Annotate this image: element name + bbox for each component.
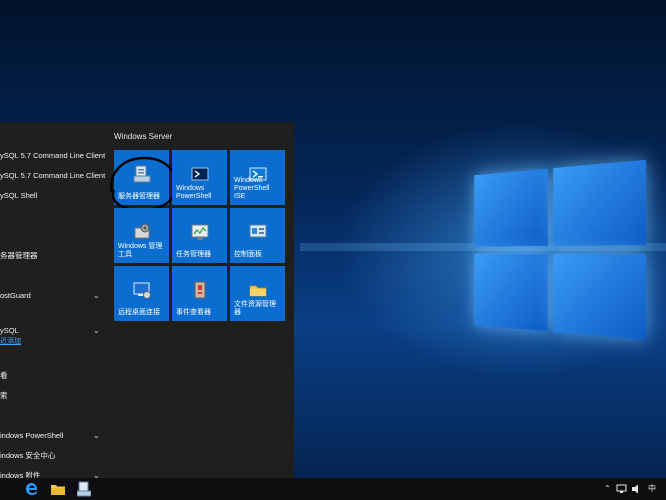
- taskbar-edge-button[interactable]: [18, 478, 46, 500]
- control-panel-icon: [249, 224, 267, 238]
- show-hidden-icons-icon[interactable]: ⌃: [604, 478, 611, 500]
- tile-file-explorer[interactable]: 文件资源管理器: [230, 266, 285, 321]
- file-explorer-icon: [51, 485, 65, 495]
- tile-label: 任务管理器: [176, 251, 211, 258]
- tile-group-title: Windows Server: [114, 132, 173, 141]
- app-list-item-label: indows PowerShell: [0, 431, 64, 440]
- admin-tools-icon: [134, 223, 150, 239]
- event-viewer-icon: [194, 281, 206, 299]
- windows-logo-wallpaper: [474, 159, 652, 347]
- chevron-down-icon: ⌄: [93, 471, 100, 478]
- tile-task-manager[interactable]: 任务管理器: [172, 208, 227, 263]
- app-list-item-label: ySQL 5.7 Command Line Client...: [0, 171, 105, 180]
- logo-pane-bottom-left: [474, 253, 548, 332]
- app-list-item[interactable]: indows PowerShell ⌄: [0, 428, 105, 444]
- remote-desktop-icon: [133, 282, 151, 299]
- tile-label: 控制面板: [234, 251, 262, 258]
- app-list-item-label: indows 附件: [0, 471, 41, 478]
- app-list-item[interactable]: indows 附件 ⌄: [0, 468, 105, 478]
- app-list-item-label: 索: [0, 391, 8, 400]
- chevron-down-icon: ⌄: [93, 431, 100, 440]
- tile-label: 文件资源管理器: [234, 301, 276, 316]
- logo-pane-top-left: [474, 168, 548, 247]
- app-list-item[interactable]: ySQL 5.7 Command Line Client...: [0, 168, 105, 184]
- app-list-item[interactable]: indows 安全中心: [0, 448, 105, 464]
- app-list-item[interactable]: 务器管理器: [0, 248, 105, 264]
- app-list-item[interactable]: ySQL 5.7 Command Line Client: [0, 148, 105, 164]
- app-list-item[interactable]: 索: [0, 388, 105, 404]
- hand-drawn-circle-annotation: [110, 156, 178, 212]
- app-list-item[interactable]: ostGuard ⌄: [0, 288, 105, 304]
- tile-remote-desktop[interactable]: 远程桌面连接: [114, 266, 169, 321]
- input-language-indicator[interactable]: 中: [648, 478, 656, 500]
- app-list-item-label: ySQL 5.7 Command Line Client: [0, 151, 105, 160]
- tile-powershell-ise[interactable]: Windows PowerShell ISE: [230, 150, 285, 205]
- app-list-item[interactable]: 看: [0, 368, 105, 384]
- volume-icon[interactable]: [631, 484, 642, 494]
- powershell-icon: [191, 167, 209, 181]
- logo-pane-top-right: [553, 159, 647, 247]
- tile-label: Windows 管理工具: [118, 243, 163, 258]
- app-list-item-label: 看: [0, 371, 8, 380]
- taskbar-file-explorer-button[interactable]: [44, 478, 72, 500]
- taskbar-server-manager-button[interactable]: [70, 478, 98, 500]
- chevron-down-icon: ⌄: [93, 326, 100, 335]
- app-list-item-label: ostGuard: [0, 291, 31, 300]
- tile-label: 远程桌面连接: [118, 309, 160, 316]
- tile-admin-tools[interactable]: Windows 管理工具: [114, 208, 169, 263]
- tile-control-panel[interactable]: 控制面板: [230, 208, 285, 263]
- edge-icon: [26, 483, 37, 495]
- tile-powershell[interactable]: Windows PowerShell: [172, 150, 227, 205]
- recently-added-link[interactable]: 近添加: [0, 336, 21, 346]
- tile-label: 事件查看器: [176, 309, 211, 316]
- app-list-item-label: indows 安全中心: [0, 451, 56, 460]
- task-manager-icon: [191, 224, 209, 240]
- taskbar: ⌃ 中: [0, 478, 666, 500]
- app-list: ySQL 5.7 Command Line Client ySQL 5.7 Co…: [0, 122, 105, 478]
- tile-event-viewer[interactable]: 事件查看器: [172, 266, 227, 321]
- app-list-item-label: ySQL Shell: [0, 191, 38, 200]
- chevron-down-icon: ⌄: [93, 291, 100, 300]
- app-list-item-label: 务器管理器: [0, 251, 38, 260]
- network-icon[interactable]: [616, 484, 627, 494]
- file-explorer-icon: [249, 285, 267, 297]
- server-manager-icon: [77, 481, 91, 497]
- logo-pane-bottom-right: [553, 253, 647, 340]
- app-list-item[interactable]: ySQL Shell: [0, 188, 105, 204]
- tile-label: Windows PowerShell ISE: [234, 177, 270, 200]
- tile-label: Windows PowerShell: [176, 185, 212, 200]
- start-menu: ySQL 5.7 Command Line Client ySQL 5.7 Co…: [0, 122, 294, 478]
